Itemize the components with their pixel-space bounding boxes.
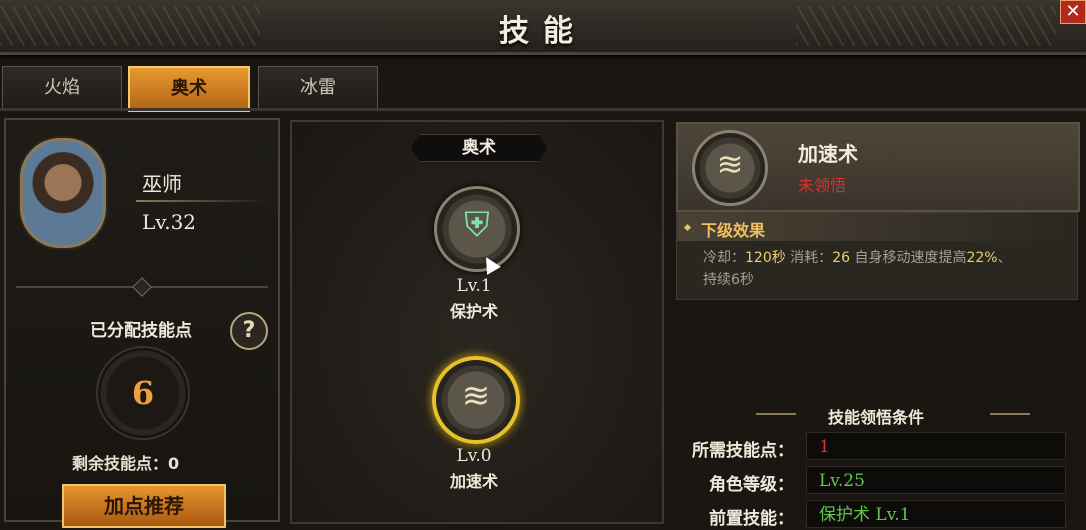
condition-label: 所需技能点： xyxy=(692,441,794,461)
condition-line-right xyxy=(990,413,1030,415)
divider-gem-icon xyxy=(132,277,152,297)
effect-header: 下级效果 xyxy=(677,213,1077,241)
page-title: 技能 xyxy=(499,14,587,49)
effect-speed-label: 自身移动速度提高 xyxy=(850,250,967,266)
skill-haste-level: Lv.0 xyxy=(456,446,492,466)
close-icon[interactable]: ✕ xyxy=(1060,0,1086,24)
character-name: 巫师 xyxy=(142,172,182,196)
condition-label: 角色等级： xyxy=(709,475,794,495)
allocated-points-label: 已分配技能点 xyxy=(90,321,192,341)
effect-cost-value: 26 xyxy=(832,250,851,266)
condition-row: 角色等级： Lv.25 xyxy=(676,466,1076,496)
condition-value: 保护术 Lv.1 xyxy=(806,500,1066,528)
character-level: Lv.32 xyxy=(142,210,197,234)
effect-title: 下级效果 xyxy=(701,221,766,240)
selected-skill-status: 未领悟 xyxy=(798,176,847,195)
selected-skill-name: 加速术 xyxy=(798,142,858,166)
effect-cost-label: 消耗： xyxy=(785,250,833,266)
effect-duration: 持续6秒 xyxy=(703,272,754,288)
selected-skill-icon-frame: ≋ xyxy=(692,130,768,206)
allocated-points-value: 6 xyxy=(131,374,155,412)
skill-protection-name: 保护术 xyxy=(449,302,498,321)
effect-cooldown-label: 冷却： xyxy=(703,250,745,266)
next-level-effect: 下级效果 冷却：120秒 消耗：26 自身移动速度提高22%、 持续6秒 xyxy=(676,212,1078,300)
character-panel: 巫师 Lv.32 已分配技能点 ? 6 剩余技能点：0 加点推荐 xyxy=(4,118,280,528)
conditions-title: 技能领悟条件 xyxy=(827,408,924,427)
tab-frost-thunder[interactable]: 冰雷 xyxy=(258,66,378,110)
condition-label: 前置技能： xyxy=(709,509,794,529)
effect-speed-value: 22% xyxy=(966,250,998,266)
recommend-button[interactable]: 加点推荐 xyxy=(62,484,226,528)
branch-title: 奥术 xyxy=(410,134,548,162)
name-underline xyxy=(136,200,266,202)
avatar xyxy=(20,138,106,248)
skill-tree-panel: 奥术 ⛨ Lv.1 保护术 ≋ Lv.0 加速术 xyxy=(290,120,664,524)
skill-haste-name: 加速术 xyxy=(449,472,498,491)
shield-spell-icon: ⛨ xyxy=(464,205,490,245)
haste-icon: ≋ xyxy=(716,145,744,183)
condition-value: Lv.25 xyxy=(806,466,1066,494)
effect-separator: 、 xyxy=(997,250,1012,266)
haste-icon: ≋ xyxy=(461,376,491,416)
effect-cooldown-value: 120秒 xyxy=(745,250,786,266)
selected-skill-header: ≋ 加速术 未领悟 xyxy=(676,122,1080,212)
tab-divider xyxy=(0,108,1086,111)
remaining-points: 剩余技能点：0 xyxy=(72,454,180,473)
title-bar: 技能 ✕ xyxy=(0,0,1086,55)
skill-haste-button[interactable]: ≋ xyxy=(432,356,520,444)
skill-protection-button[interactable]: ⛨ xyxy=(434,186,520,272)
condition-row: 前置技能： 保护术 Lv.1 xyxy=(676,500,1076,530)
condition-value: 1 xyxy=(806,432,1066,460)
allocated-points-ring: 6 xyxy=(96,346,190,440)
tab-arcane[interactable]: 奥术 xyxy=(128,66,250,112)
help-icon[interactable]: ? xyxy=(230,312,268,350)
tab-fire[interactable]: 火焰 xyxy=(2,66,122,110)
skill-protection-level: Lv.1 xyxy=(456,276,492,296)
condition-row: 所需技能点： 1 xyxy=(676,432,1076,462)
effect-description: 冷却：120秒 消耗：26 自身移动速度提高22%、 持续6秒 xyxy=(703,247,1073,291)
bullet-icon xyxy=(683,223,692,232)
